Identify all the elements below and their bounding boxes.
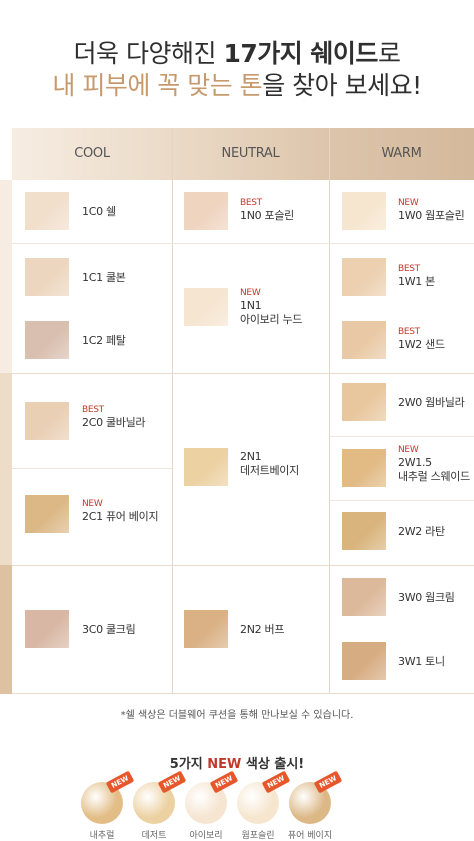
new-tag: NEW [105, 770, 135, 794]
shade-1n0: BEST 1N0 포슬린 [240, 198, 294, 222]
swatch-1w2 [342, 321, 386, 359]
headline-post: 로 [377, 39, 401, 68]
row-divider [12, 468, 172, 469]
new-tag: NEW [157, 770, 187, 794]
row-divider [172, 243, 329, 244]
swatch-3w1 [342, 642, 386, 680]
swatch-1w1 [342, 258, 386, 296]
group-divider [12, 565, 474, 566]
shade-1c2: 1C2 페탈 [82, 334, 126, 347]
swatch-2c1 [25, 495, 69, 533]
shade-3c0: 3C0 쿨크림 [82, 623, 136, 636]
headline-line-1: 더욱 다양해진 17가지 쉐이드로 [0, 34, 474, 70]
sidebar-tone-2 [0, 373, 12, 565]
swatch-3w0 [342, 578, 386, 616]
swatch-2w2 [342, 512, 386, 550]
new-shade-circle-2: NEW [133, 770, 187, 824]
new-shade-circle-4: NEW [237, 770, 291, 824]
new-badge: NEW [82, 499, 103, 509]
new-shade-label-5: 퓨어 베이지 [287, 831, 333, 841]
sidebar-tone-1 [0, 180, 12, 373]
swatch-1c0 [25, 192, 69, 230]
table-header: COOL NEUTRAL WARM [12, 128, 474, 180]
swatch-2c0 [25, 402, 69, 440]
new-tag: NEW [261, 770, 291, 794]
shade-3w1: 3W1 토니 [398, 655, 445, 668]
shade-1w0: NEW 1W0 웜포슬린 [398, 198, 465, 222]
footnote: *쉘 색상은 더블웨어 쿠션을 통해 만나보실 수 있습니다. [120, 710, 354, 721]
best-badge: BEST [82, 405, 104, 415]
shade-1w2: BEST 1W2 샌드 [398, 327, 445, 351]
best-badge: BEST [240, 198, 262, 208]
headline-end: 을 찾아 보세요! [262, 71, 422, 100]
headline-bold: 17가지 쉐이드 [223, 39, 378, 68]
row-divider [329, 500, 474, 501]
swatch-1c2 [25, 321, 69, 359]
swatch-2n2 [184, 610, 228, 648]
new-badge: NEW [398, 445, 419, 455]
group-divider [12, 693, 474, 694]
new-shade-label-2: 데저트 [141, 831, 167, 841]
headline-pre: 더욱 다양해진 [73, 39, 224, 68]
header-cool: COOL [74, 146, 110, 161]
shade-2n2: 2N2 버프 [240, 623, 285, 636]
shade-2w0: 2W0 웜바닐라 [398, 396, 465, 409]
swatch-1w0 [342, 192, 386, 230]
new-shade-circle-5: NEW [289, 770, 343, 824]
swatch-2w0 [342, 383, 386, 421]
new-tag: NEW [313, 770, 343, 794]
swatch-1c1 [25, 258, 69, 296]
new-shade-label-1: 내추럴 [89, 831, 115, 841]
shade-1c0: 1C0 쉘 [82, 205, 116, 218]
swatch-3c0 [25, 610, 69, 648]
best-badge: BEST [398, 264, 420, 274]
headline-accent: 내 피부에 꼭 맞는 톤 [52, 71, 263, 100]
shade-2w2: 2W2 라탄 [398, 525, 445, 538]
shade-1w1: BEST 1W1 본 [398, 264, 435, 288]
shade-2n1: 2N1 데저트베이지 [240, 450, 299, 477]
swatch-2n1 [184, 448, 228, 486]
shade-2c0: BEST 2C0 쿨바닐라 [82, 405, 146, 429]
row-divider [329, 243, 474, 244]
shade-2w1-5: NEW 2W1.5 내추럴 스웨이드 [398, 445, 470, 483]
new-shade-circle-3: NEW [185, 770, 239, 824]
swatch-2w1-5 [342, 449, 386, 487]
shade-1c1: 1C1 쿨본 [82, 271, 126, 284]
best-badge: BEST [398, 327, 420, 337]
new-shade-label-3: 아이보리 [189, 831, 223, 841]
new-shade-label-4: 웜포슬린 [241, 831, 275, 841]
headline-line-2: 내 피부에 꼭 맞는 톤을 찾아 보세요! [0, 66, 474, 102]
column-divider [172, 128, 173, 694]
sidebar-tone-3 [0, 565, 12, 694]
new-tag: NEW [209, 770, 239, 794]
header-neutral: NEUTRAL [221, 146, 280, 161]
new-badge: NEW [240, 288, 261, 298]
shade-3w0: 3W0 웜크림 [398, 591, 455, 604]
new-shade-circle-1: NEW [81, 770, 135, 824]
shade-2c1: NEW 2C1 퓨어 베이지 [82, 499, 159, 523]
group-divider [12, 373, 474, 374]
shade-1n1: NEW 1N1 아이보리 누드 [240, 288, 303, 326]
row-divider [329, 436, 474, 437]
column-divider [329, 128, 330, 694]
new-shades-title: 5가지 NEW 색상 출시! [169, 757, 305, 772]
header-warm: WARM [381, 146, 422, 161]
row-divider [12, 243, 172, 244]
swatch-1n1 [184, 288, 228, 326]
swatch-1n0 [184, 192, 228, 230]
new-badge: NEW [398, 198, 419, 208]
shade-table: COOL NEUTRAL WARM 1C0 쉘 1C1 쿨본 1C2 페탈 BE… [0, 128, 474, 694]
